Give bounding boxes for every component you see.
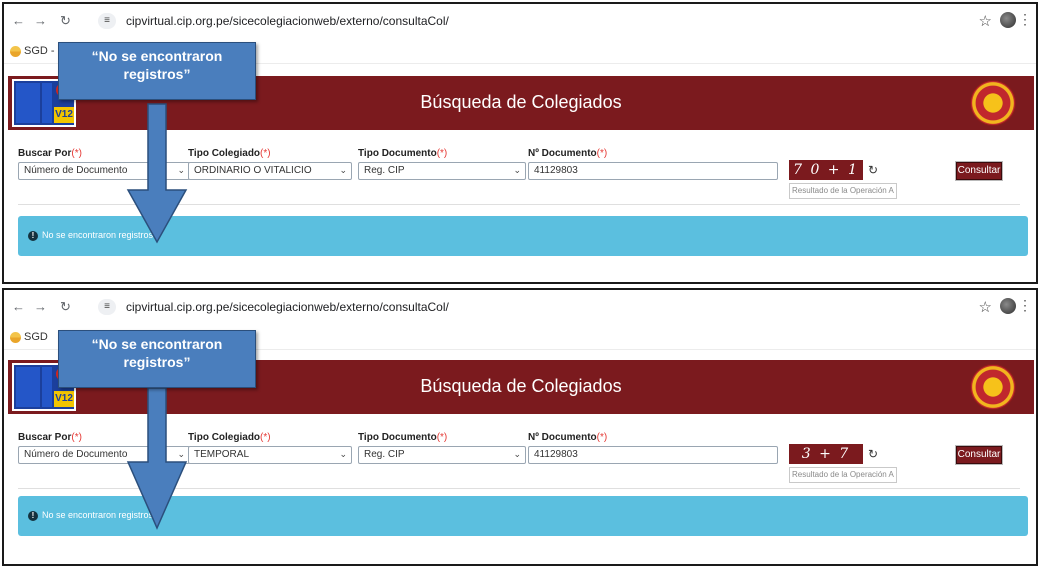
callout-arrow-1 [126, 103, 188, 244]
callout-arrow-2 [126, 387, 188, 530]
annotation-callout-1: “No se encontraron registros” [58, 42, 256, 100]
annotation-callout-2: “No se encontraron registros” [58, 330, 256, 388]
